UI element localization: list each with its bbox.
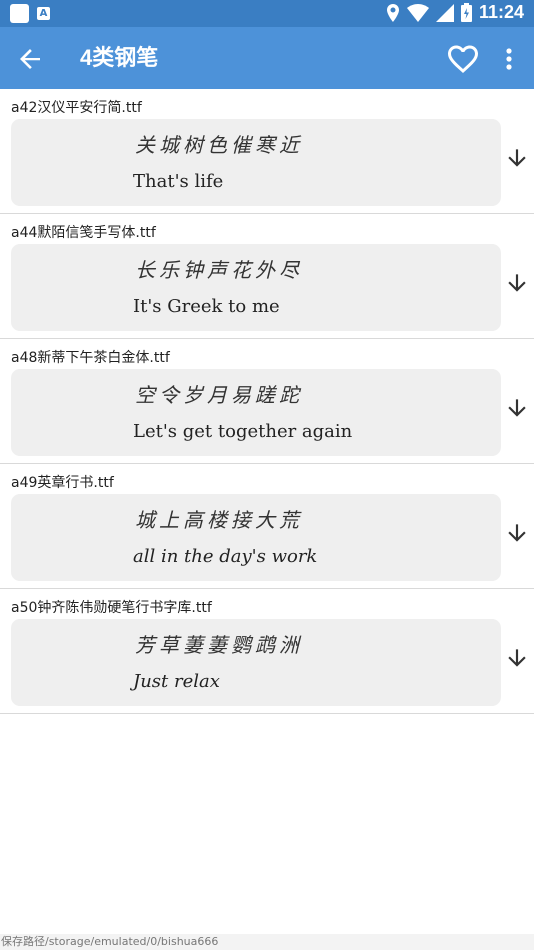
font-file-name: a49英章行书.ttf	[11, 475, 114, 491]
arrow-back-icon	[20, 49, 40, 69]
signal-icon	[435, 3, 454, 22]
text-notification-icon: A	[37, 7, 50, 20]
preview-english-text: Let's get together again	[133, 421, 353, 442]
arrow-down-icon	[508, 649, 526, 667]
font-preview-card[interactable]: 关城树色催寒近 That's life	[11, 119, 501, 206]
page-title: 4类钢笔	[80, 45, 159, 70]
font-list-item: a49英章行书.ttf 城上高楼接大荒 all in the day's wor…	[0, 464, 534, 589]
location-icon	[386, 3, 399, 22]
arrow-down-icon	[508, 274, 526, 292]
status-time: 11:24	[478, 2, 524, 22]
font-file-name: a42汉仪平安行简.ttf	[11, 100, 142, 116]
preview-english-text: That's life	[133, 171, 224, 192]
download-button[interactable]	[504, 270, 530, 296]
preview-chinese-text: 关城树色催寒近	[135, 133, 303, 157]
arrow-down-icon	[508, 149, 526, 167]
preview-chinese-text: 城上高楼接大荒	[135, 508, 303, 532]
font-file-name: a48新蒂下午茶白金体.ttf	[11, 350, 170, 366]
font-list: a42汉仪平安行简.ttf 关城树色催寒近 That's life a44默陌信…	[0, 89, 534, 714]
font-list-item: a44默陌信笺手写体.ttf 长乐钟声花外尽 It's Greek to me	[0, 214, 534, 339]
battery-icon	[460, 3, 472, 22]
heart-outline-icon	[448, 45, 478, 74]
preview-chinese-text: 空令岁月易蹉跎	[135, 383, 303, 407]
font-file-name: a50钟齐陈伟勋硬笔行书字库.ttf	[11, 600, 212, 616]
font-file-name: a44默陌信笺手写体.ttf	[11, 225, 156, 241]
font-preview-card[interactable]: 长乐钟声花外尽 It's Greek to me	[11, 244, 501, 331]
download-button[interactable]	[504, 520, 530, 546]
preview-chinese-text: 芳草萋萋鹦鹉洲	[135, 633, 303, 657]
status-bar: A 11:24	[0, 0, 534, 27]
font-list-item: a50钟齐陈伟勋硬笔行书字库.ttf 芳草萋萋鹦鹉洲 Just relax	[0, 589, 534, 714]
font-preview-card[interactable]: 空令岁月易蹉跎 Let's get together again	[11, 369, 501, 456]
download-button[interactable]	[504, 395, 530, 421]
preview-chinese-text: 长乐钟声花外尽	[135, 258, 303, 282]
font-list-item: a48新蒂下午茶白金体.ttf 空令岁月易蹉跎 Let's get togeth…	[0, 339, 534, 464]
app-bar: 4类钢笔	[0, 27, 534, 89]
arrow-down-icon	[508, 399, 526, 417]
arrow-down-icon	[508, 524, 526, 542]
font-preview-card[interactable]: 芳草萋萋鹦鹉洲 Just relax	[11, 619, 501, 706]
preview-english-text: Just relax	[133, 671, 220, 692]
favorite-button[interactable]	[445, 41, 481, 77]
preview-english-text: all in the day's work	[133, 546, 318, 567]
font-preview-card[interactable]: 城上高楼接大荒 all in the day's work	[11, 494, 501, 581]
more-options-button[interactable]	[496, 41, 522, 77]
download-button[interactable]	[504, 145, 530, 171]
back-button[interactable]	[12, 41, 48, 77]
app-notification-icon	[10, 4, 29, 23]
more-vert-icon	[506, 48, 512, 70]
font-list-item: a42汉仪平安行简.ttf 关城树色催寒近 That's life	[0, 89, 534, 214]
preview-english-text: It's Greek to me	[133, 296, 280, 317]
download-button[interactable]	[504, 645, 530, 671]
save-path-footer: 保存路径/storage/emulated/0/bishua666	[0, 934, 534, 950]
wifi-icon	[406, 3, 429, 22]
